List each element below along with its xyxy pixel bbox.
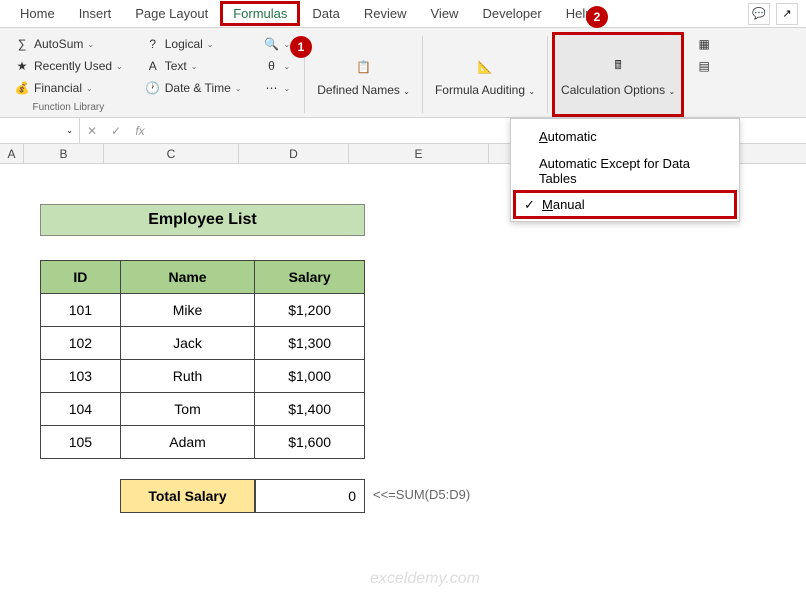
menu-auto-except[interactable]: Automatic Except for Data Tables [511, 150, 739, 192]
tab-view[interactable]: View [419, 2, 471, 25]
clock-icon: 🕐 [145, 80, 161, 96]
menu-automatic[interactable]: Automatic [511, 123, 739, 150]
defined-names-button[interactable]: 📋 Defined Names ⌄ [309, 32, 418, 117]
lookup-icon: 🔍 [263, 36, 279, 52]
table-row[interactable]: 101Mike$1,200 [41, 294, 365, 327]
callout-2: 2 [586, 6, 608, 28]
col-A[interactable]: A [0, 144, 24, 163]
table-header-row: ID Name Salary [41, 261, 365, 294]
calculator-icon: 🖩 [604, 53, 632, 81]
recently-used-button[interactable]: ★Recently Used⌄ [10, 56, 127, 76]
menu-manual[interactable]: ✓Manual [513, 190, 737, 219]
recent-icon: ★ [14, 58, 30, 74]
tab-home[interactable]: Home [8, 2, 67, 25]
text-button[interactable]: AText⌄ [141, 56, 246, 76]
name-box[interactable]: ⌄ [0, 118, 80, 143]
function-library-group: ∑AutoSum⌄ ★Recently Used⌄ 💰Financial⌄ Fu… [4, 32, 133, 117]
logical-icon: ? [145, 36, 161, 52]
calc-group-extra: ▦ ▤ [686, 32, 722, 117]
more-icon: ⋯ [263, 80, 279, 96]
employee-list-title: Employee List [40, 204, 365, 236]
financial-button[interactable]: 💰Financial⌄ [10, 78, 127, 98]
tab-formulas[interactable]: Formulas [220, 1, 300, 26]
logical-button[interactable]: ?Logical⌄ [141, 34, 246, 54]
text-icon: A [145, 58, 161, 74]
calc-sheet-icon: ▤ [696, 58, 712, 74]
calc-sheet-button[interactable]: ▤ [692, 56, 716, 76]
calc-now-icon: ▦ [696, 36, 712, 52]
names-icon: 📋 [350, 53, 378, 81]
header-id: ID [41, 261, 121, 294]
table-row[interactable]: 104Tom$1,400 [41, 393, 365, 426]
comments-button[interactable]: 💬 [748, 3, 770, 25]
share-button[interactable]: ↗ [776, 3, 798, 25]
math-button[interactable]: θ⌄ [259, 56, 294, 76]
col-B[interactable]: B [24, 144, 104, 163]
check-icon: ✓ [524, 197, 535, 213]
ribbon-content: ∑AutoSum⌄ ★Recently Used⌄ 💰Financial⌄ Fu… [0, 28, 806, 118]
group-label: Function Library [10, 100, 127, 115]
tab-data[interactable]: Data [300, 2, 351, 25]
col-C[interactable]: C [104, 144, 239, 163]
enter-button[interactable]: ✓ [104, 118, 128, 143]
cancel-button[interactable]: ✕ [80, 118, 104, 143]
tab-insert[interactable]: Insert [67, 2, 124, 25]
table-row[interactable]: 105Adam$1,600 [41, 426, 365, 459]
callout-1: 1 [290, 36, 312, 58]
col-E[interactable]: E [349, 144, 489, 163]
table-row[interactable]: 102Jack$1,300 [41, 327, 365, 360]
header-salary: Salary [255, 261, 365, 294]
lookup-button[interactable]: 🔍⌄ [259, 34, 294, 54]
calculation-options-button[interactable]: 🖩 Calculation Options ⌄ [552, 32, 684, 117]
autosum-button[interactable]: ∑AutoSum⌄ [10, 34, 127, 54]
col-D[interactable]: D [239, 144, 349, 163]
more-button[interactable]: ⋯⌄ [259, 78, 294, 98]
total-salary-label: Total Salary [120, 479, 255, 513]
table-row[interactable]: 103Ruth$1,000 [41, 360, 365, 393]
ribbon-tabs: Home Insert Page Layout Formulas Data Re… [0, 0, 806, 28]
function-library-group-2: ?Logical⌄ AText⌄ 🕐Date & Time⌄ [135, 32, 252, 117]
financial-icon: 💰 [14, 80, 30, 96]
calc-now-button[interactable]: ▦ [692, 34, 716, 54]
tab-pagelayout[interactable]: Page Layout [123, 2, 220, 25]
calc-options-menu: Automatic Automatic Except for Data Tabl… [510, 118, 740, 222]
formula-note: <<=SUM(D5:D9) [365, 479, 478, 513]
datetime-button[interactable]: 🕐Date & Time⌄ [141, 78, 246, 98]
tab-developer[interactable]: Developer [470, 2, 553, 25]
tab-review[interactable]: Review [352, 2, 419, 25]
sigma-icon: ∑ [14, 36, 30, 52]
math-icon: θ [263, 58, 279, 74]
auditing-icon: 📐 [471, 53, 499, 81]
formula-auditing-button[interactable]: 📐 Formula Auditing ⌄ [427, 32, 543, 117]
total-salary-value[interactable]: 0 [255, 479, 365, 513]
watermark: exceldemy.com [370, 570, 480, 588]
header-name: Name [120, 261, 255, 294]
total-row: Total Salary 0 <<=SUM(D5:D9) [40, 479, 806, 513]
fx-button[interactable]: fx [128, 118, 152, 143]
employee-table: ID Name Salary 101Mike$1,200 102Jack$1,3… [40, 260, 365, 459]
